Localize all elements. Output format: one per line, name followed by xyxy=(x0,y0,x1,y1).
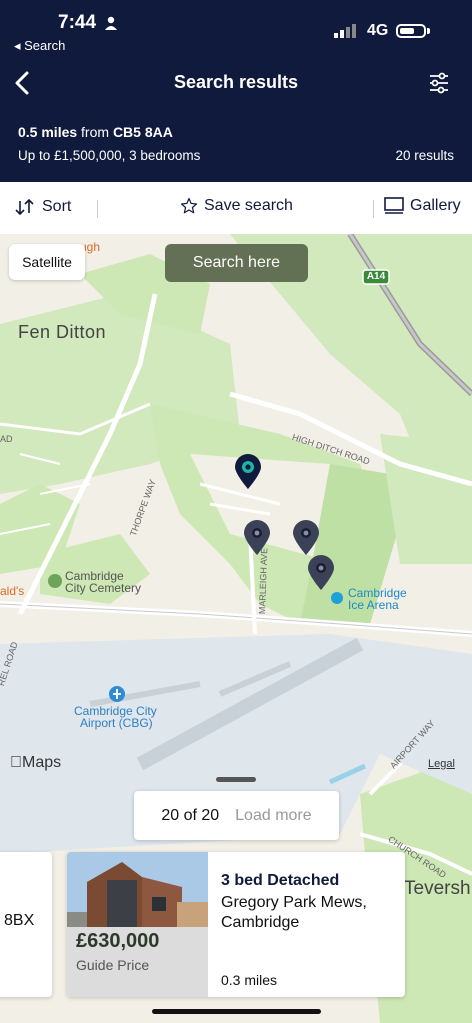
map-pin-selected[interactable] xyxy=(233,454,263,490)
battery-tip xyxy=(427,28,430,34)
drawer-handle[interactable] xyxy=(216,777,256,782)
search-header: Search results 0.5 miles from CB5 8AA Up… xyxy=(0,62,472,182)
map-label-fen-ditton: Fen Ditton xyxy=(18,322,107,342)
map-label-ice-arena: Ice Arena xyxy=(348,598,399,612)
network-type: 4G xyxy=(367,22,389,39)
load-more-button[interactable]: Load more xyxy=(235,807,312,825)
property-photo-image xyxy=(67,852,208,997)
a14-road-sign: A14 xyxy=(366,271,386,282)
pagination-box: 20 of 20 Load more xyxy=(134,791,339,840)
filter-sliders-icon[interactable] xyxy=(428,72,450,94)
battery-icon xyxy=(396,24,426,38)
map-pin[interactable] xyxy=(242,520,272,556)
page-count: 20 of 20 xyxy=(161,806,220,824)
sort-button[interactable]: Sort xyxy=(14,197,71,217)
map-pin[interactable] xyxy=(291,520,321,556)
page-title: Search results xyxy=(173,72,299,92)
gallery-label: Gallery xyxy=(410,197,461,214)
gallery-button[interactable]: Gallery xyxy=(384,197,461,215)
home-indicator[interactable] xyxy=(152,1009,321,1014)
price-qualifier: Guide Price xyxy=(76,957,150,973)
save-search-button[interactable]: Save search xyxy=(180,197,293,215)
sort-arrows-icon xyxy=(15,198,34,216)
gallery-icon xyxy=(384,197,404,214)
sort-label: Sort xyxy=(42,198,72,215)
search-location: 0.5 miles from CB5 8AA xyxy=(18,124,173,140)
person-icon xyxy=(105,16,117,30)
toolbar-divider xyxy=(97,200,98,218)
star-icon xyxy=(180,197,198,214)
legal-link[interactable]: Legal xyxy=(428,758,455,770)
property-address-line2: Cambridge xyxy=(221,914,300,931)
save-search-label: Save search xyxy=(204,197,293,214)
property-address-line1: Gregory Park Mews, xyxy=(221,894,367,911)
apple-maps-logo: Maps xyxy=(10,754,61,771)
signal-icon xyxy=(334,24,356,38)
search-here-button[interactable]: Search here xyxy=(165,244,308,282)
map-label-airport: Airport (CBG) xyxy=(80,716,153,730)
property-title: 3 bed Detached xyxy=(221,872,340,889)
toolbar-divider xyxy=(373,200,374,218)
property-photo xyxy=(67,852,208,997)
property-distance: 0.3 miles xyxy=(221,972,278,988)
map-label-teversham: Teversh xyxy=(404,878,471,899)
results-map[interactable]: A14 ugh ald's AD REL ROAD Satellite Sear… xyxy=(0,234,472,1023)
clock: 7:44 xyxy=(58,12,97,33)
property-price: £630,000 xyxy=(76,930,160,952)
results-toolbar: Sort Save search Gallery xyxy=(0,182,472,235)
satellite-toggle-button[interactable]: Satellite xyxy=(9,244,85,280)
previous-card-postcode-fragment: 8BX xyxy=(4,912,35,929)
map-label-fragment: AD xyxy=(0,434,13,444)
back-to-app-link[interactable]: ◂ Search xyxy=(14,38,65,54)
map-label-fragment: ald's xyxy=(0,584,25,598)
property-card-previous[interactable]: 8BX xyxy=(0,852,52,997)
status-bar: 7:44 ◂ Search 4G xyxy=(0,0,472,62)
results-count: 20 results xyxy=(395,148,454,163)
map-pin[interactable] xyxy=(306,555,336,591)
search-criteria: Up to £1,500,000, 3 bedrooms xyxy=(18,148,201,163)
map-label-cemetery: City Cemetery xyxy=(65,581,142,595)
property-card[interactable]: £630,000 Guide Price 3 bed Detached Greg… xyxy=(67,852,405,997)
